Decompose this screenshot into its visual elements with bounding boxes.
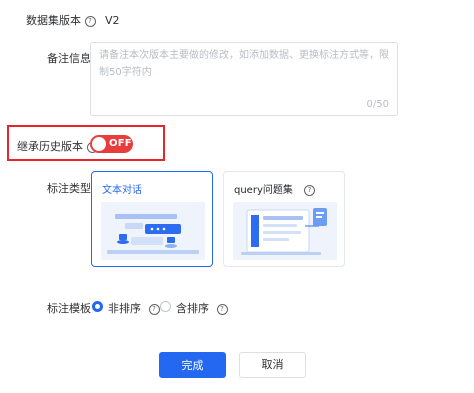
annotation-template-label: 标注模板 bbox=[47, 302, 91, 315]
help-icon[interactable]: ? bbox=[304, 184, 316, 196]
card-title: 文本对话 bbox=[102, 185, 142, 196]
help-icon[interactable]: ? bbox=[148, 303, 160, 315]
radio-unsorted[interactable] bbox=[92, 301, 103, 312]
cancel-button[interactable]: 取消 bbox=[239, 352, 306, 378]
confirm-button[interactable]: 完成 bbox=[159, 352, 226, 378]
remark-textarea[interactable]: 请备注本次版本主要做的修改，如添加数据、更换标注方式等，限制50字符内 0/50 bbox=[90, 42, 398, 116]
card-title: query问题集 ? bbox=[234, 181, 316, 196]
dataset-version-value: V2 bbox=[105, 14, 120, 27]
option-sorted-label: 含排序 bbox=[176, 302, 209, 315]
toggle-knob bbox=[92, 137, 106, 151]
remark-placeholder: 请备注本次版本主要做的修改，如添加数据、更换标注方式等，限制50字符内 bbox=[99, 50, 389, 78]
annotation-type-card-query[interactable]: query问题集 ? bbox=[223, 171, 345, 267]
annotation-type-label: 标注类型 bbox=[47, 182, 91, 195]
inherit-row: 继承历史版本 ? bbox=[17, 138, 98, 154]
annotation-type-card-text-dialog[interactable]: 文本对话 bbox=[91, 171, 213, 267]
card-title-text: query问题集 bbox=[234, 185, 293, 196]
inherit-label: 继承历史版本 bbox=[17, 140, 83, 153]
radio-sorted[interactable] bbox=[160, 301, 171, 312]
inherit-toggle[interactable]: OFF bbox=[90, 135, 133, 153]
help-icon[interactable]: ? bbox=[84, 15, 96, 27]
query-illustration bbox=[233, 202, 337, 260]
toggle-state-text: OFF bbox=[109, 138, 132, 149]
text-dialog-illustration bbox=[101, 202, 205, 260]
help-icon[interactable]: ? bbox=[216, 303, 228, 315]
remark-label: 备注信息 bbox=[47, 52, 91, 65]
remark-char-count: 0/50 bbox=[366, 99, 389, 110]
dataset-version-row: 数据集版本 ? V2 bbox=[26, 12, 120, 28]
dataset-version-label: 数据集版本 bbox=[26, 14, 81, 27]
option-unsorted-label: 非排序 bbox=[108, 302, 141, 315]
option-unsorted: 非排序 ? bbox=[108, 300, 160, 316]
option-sorted: 含排序 ? bbox=[176, 300, 228, 316]
